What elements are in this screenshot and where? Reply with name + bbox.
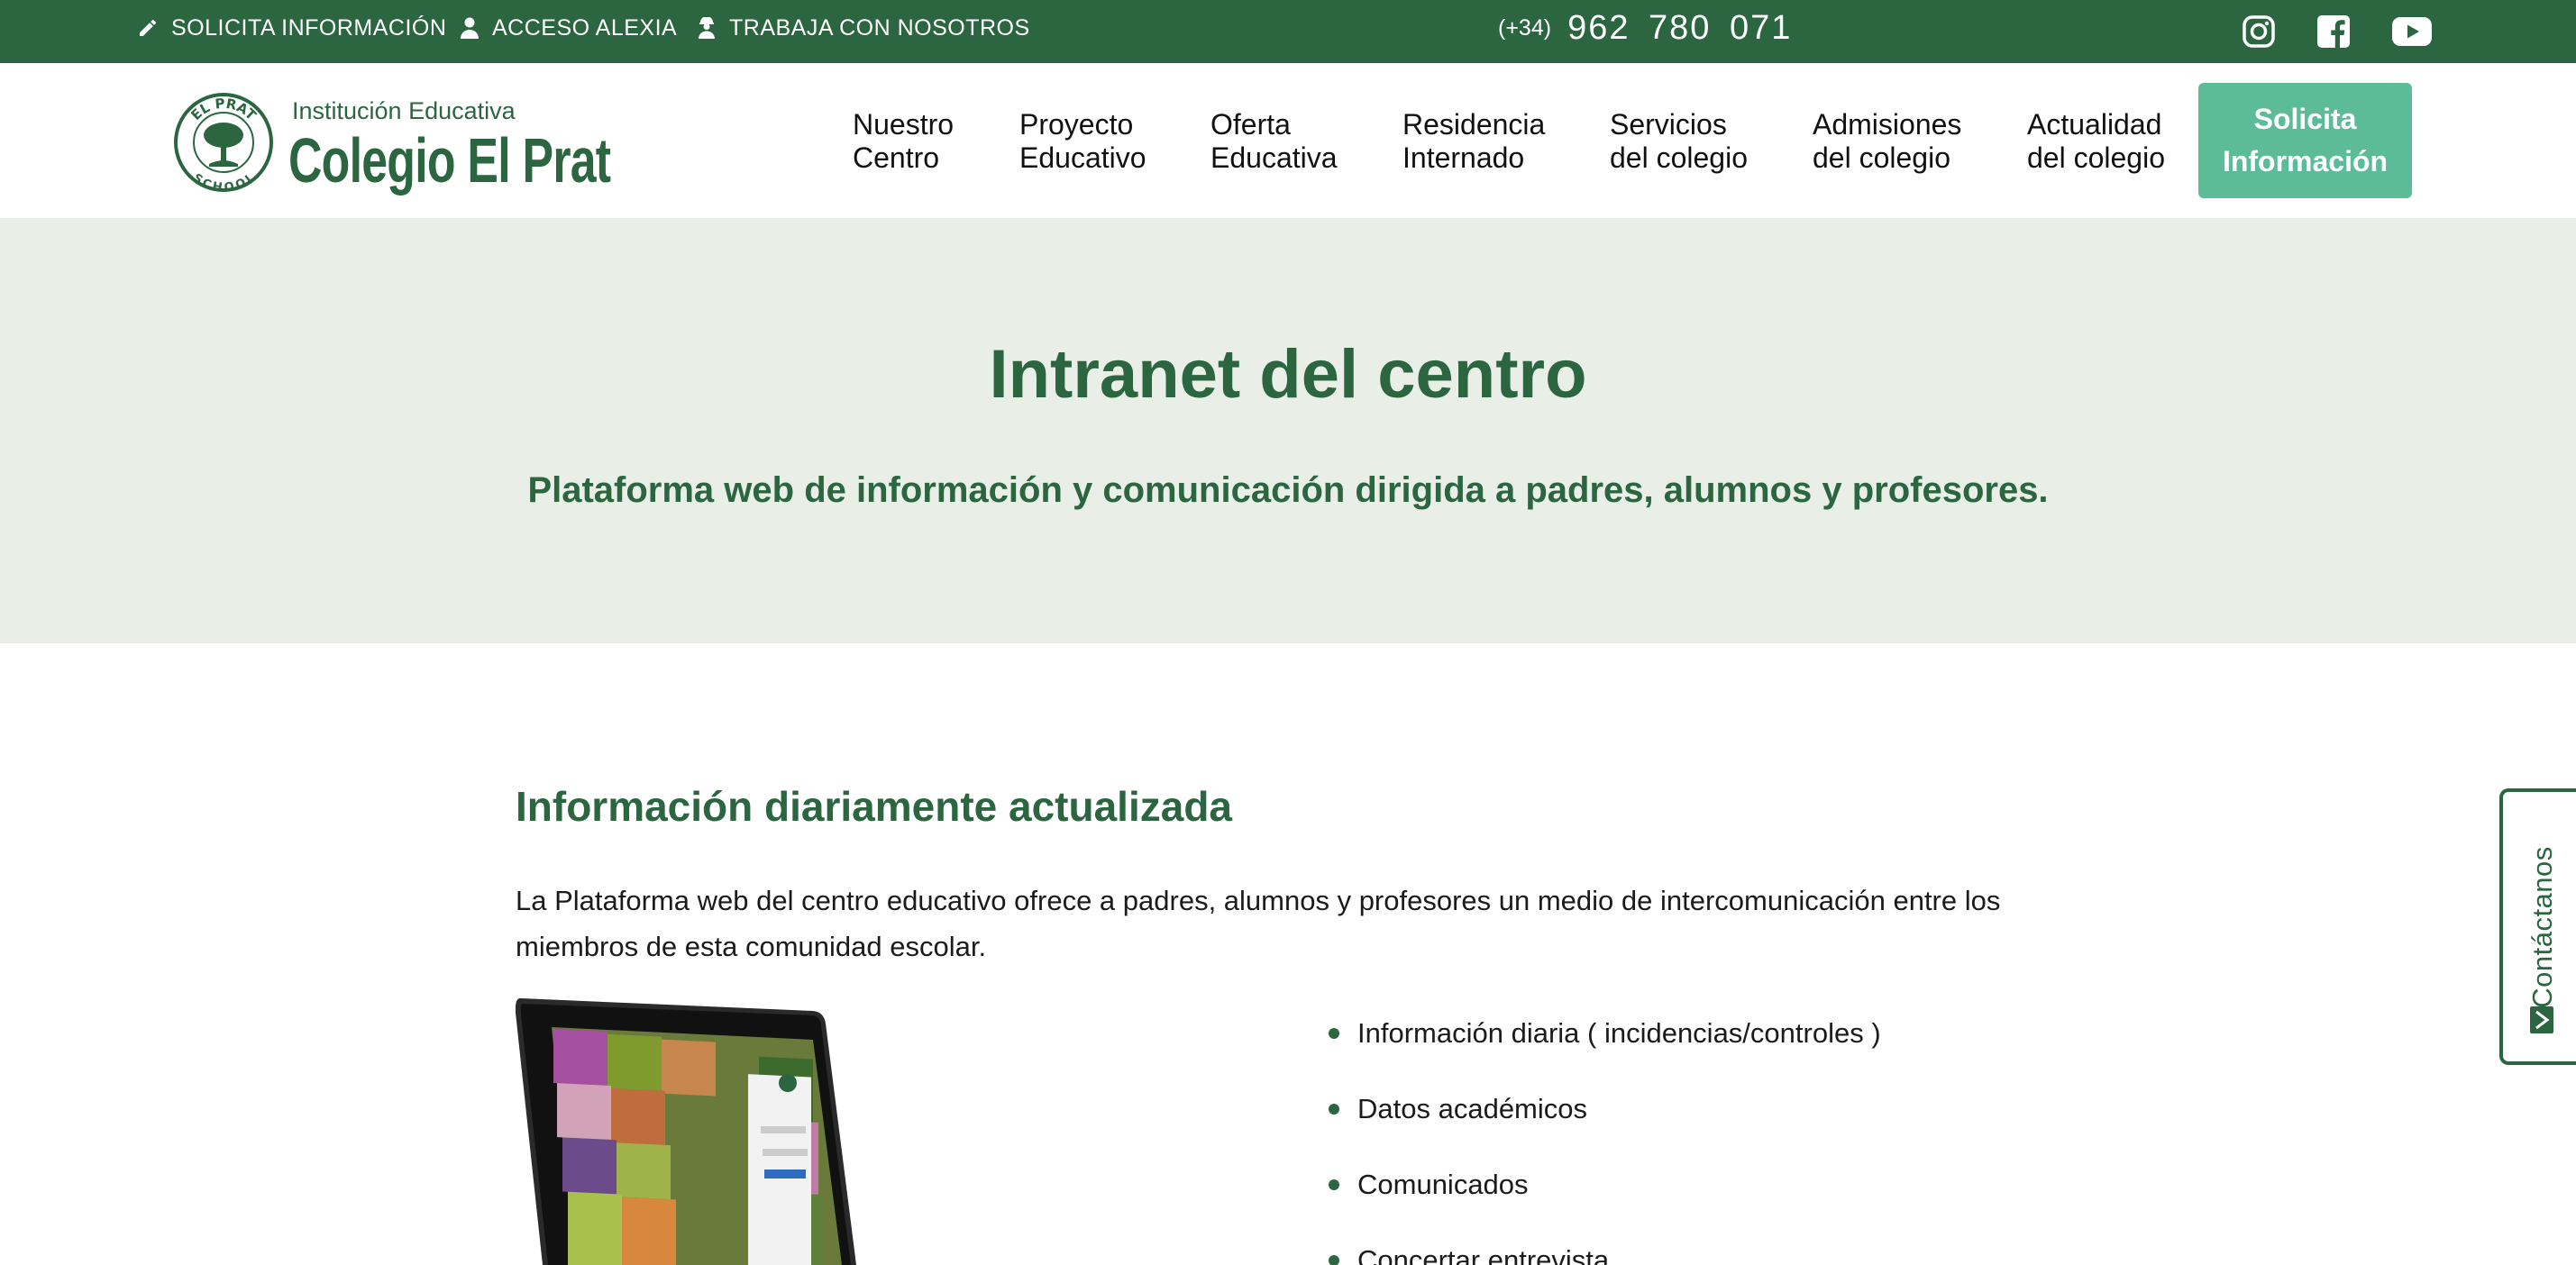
page-title: Intranet del centro xyxy=(989,336,1587,413)
acceso-alexia-link[interactable]: ACCESO ALEXIA xyxy=(460,0,677,56)
nav-label-line2: del colegio xyxy=(1610,141,1748,174)
cta-label-line2: Información xyxy=(2222,145,2389,177)
nav-servicios-del-colegio[interactable]: Servicios del colegio xyxy=(1610,108,1748,175)
section-intro: La Plataforma web del centro educativo o… xyxy=(516,885,2001,962)
section-title: Información diariamente actualizada xyxy=(516,783,1233,830)
logo-subtitle: Institución Educativa xyxy=(292,97,516,124)
contact-tab-label: Contáctanos xyxy=(2526,846,2558,1008)
nav-label-line1: Servicios xyxy=(1610,108,1727,141)
logo-name: Colegio El Prat xyxy=(288,125,611,196)
phone-prefix: (+34) xyxy=(1498,14,1552,41)
phone-number[interactable]: (+34) 962 780 071 xyxy=(1498,0,1792,56)
top-utility-bar: SOLICITA INFORMACIÓN ACCESO ALEXIA TRABA… xyxy=(0,0,2576,63)
intranet-monitor-image xyxy=(516,991,1056,1265)
nav-label-line1: Residencia xyxy=(1402,108,1546,141)
nav-label-line1: Admisiones xyxy=(1813,108,1962,141)
school-seal: EL PRAT SCHOOL xyxy=(174,93,273,193)
nav-label-line2: del colegio xyxy=(1813,141,1950,174)
nav-oferta-educativa[interactable]: Oferta Educativa xyxy=(1210,108,1338,175)
nav-admisiones-del-colegio[interactable]: Admisiones del colegio xyxy=(1813,108,1961,175)
cta-label-line1: Solicita xyxy=(2253,103,2357,135)
solicita-informacion-link[interactable]: SOLICITA INFORMACIÓN xyxy=(137,0,446,56)
pencil-icon xyxy=(140,19,157,36)
nav-label-line1: Proyecto xyxy=(1019,108,1134,141)
solicita-informacion-label: SOLICITA INFORMACIÓN xyxy=(171,14,447,41)
youtube-icon[interactable] xyxy=(2390,14,2434,50)
nav-label-line2: Educativo xyxy=(1019,141,1146,174)
acceso-alexia-label: ACCESO ALEXIA xyxy=(492,14,678,41)
hero-banner: Intranet del centro Plataforma web de in… xyxy=(0,218,2576,643)
phone-digits: 962 780 071 xyxy=(1567,8,1793,47)
list-item: Concertar entrevista xyxy=(1329,1242,1881,1265)
list-item: Información diaria ( incidencias/control… xyxy=(1329,1015,1881,1091)
list-item: Datos académicos xyxy=(1329,1091,1881,1167)
nav-nuestro-centro[interactable]: Nuestro Centro xyxy=(853,108,954,175)
nav-label-line2: del colegio xyxy=(2027,141,2165,174)
nav-proyecto-educativo[interactable]: Proyecto Educativo xyxy=(1019,108,1146,175)
contact-form-icon xyxy=(2530,1006,2553,1033)
page-subtitle: Plataforma web de información y comunica… xyxy=(527,470,2049,510)
trabaja-con-nosotros-label: TRABAJA CON NOSOTROS xyxy=(729,14,1030,41)
nav-residencia-internado[interactable]: Residencia Internado xyxy=(1402,108,1545,175)
nav-actualidad-del-colegio[interactable]: Actualidad del colegio xyxy=(2027,108,2165,175)
user-icon xyxy=(461,17,479,39)
contact-side-tab[interactable]: Contáctanos xyxy=(2499,788,2576,1065)
list-item: Comunicados xyxy=(1329,1167,1881,1242)
nav-label-line1: Nuestro xyxy=(853,108,955,141)
feature-list: Información diaria ( incidencias/control… xyxy=(1329,1015,1881,1265)
main-header: EL PRAT SCHOOL Institución Educativa Col… xyxy=(0,63,2576,218)
nav-label-line2: Internado xyxy=(1402,141,1525,174)
trabaja-con-nosotros-link[interactable]: TRABAJA CON NOSOTROS xyxy=(697,0,1030,56)
nav-label-line1: Oferta xyxy=(1210,108,1291,141)
nav-label-line2: Centro xyxy=(853,141,940,174)
instagram-icon[interactable] xyxy=(2241,14,2277,50)
facebook-icon[interactable] xyxy=(2316,14,2352,50)
nav-label-line2: Educativa xyxy=(1210,141,1338,174)
worker-icon xyxy=(699,17,715,39)
solicita-informacion-button[interactable]: Solicita Información xyxy=(2198,83,2412,198)
school-logo[interactable]: EL PRAT SCHOOL Institución Educativa Col… xyxy=(171,88,611,196)
nav-label-line1: Actualidad xyxy=(2027,108,2162,141)
